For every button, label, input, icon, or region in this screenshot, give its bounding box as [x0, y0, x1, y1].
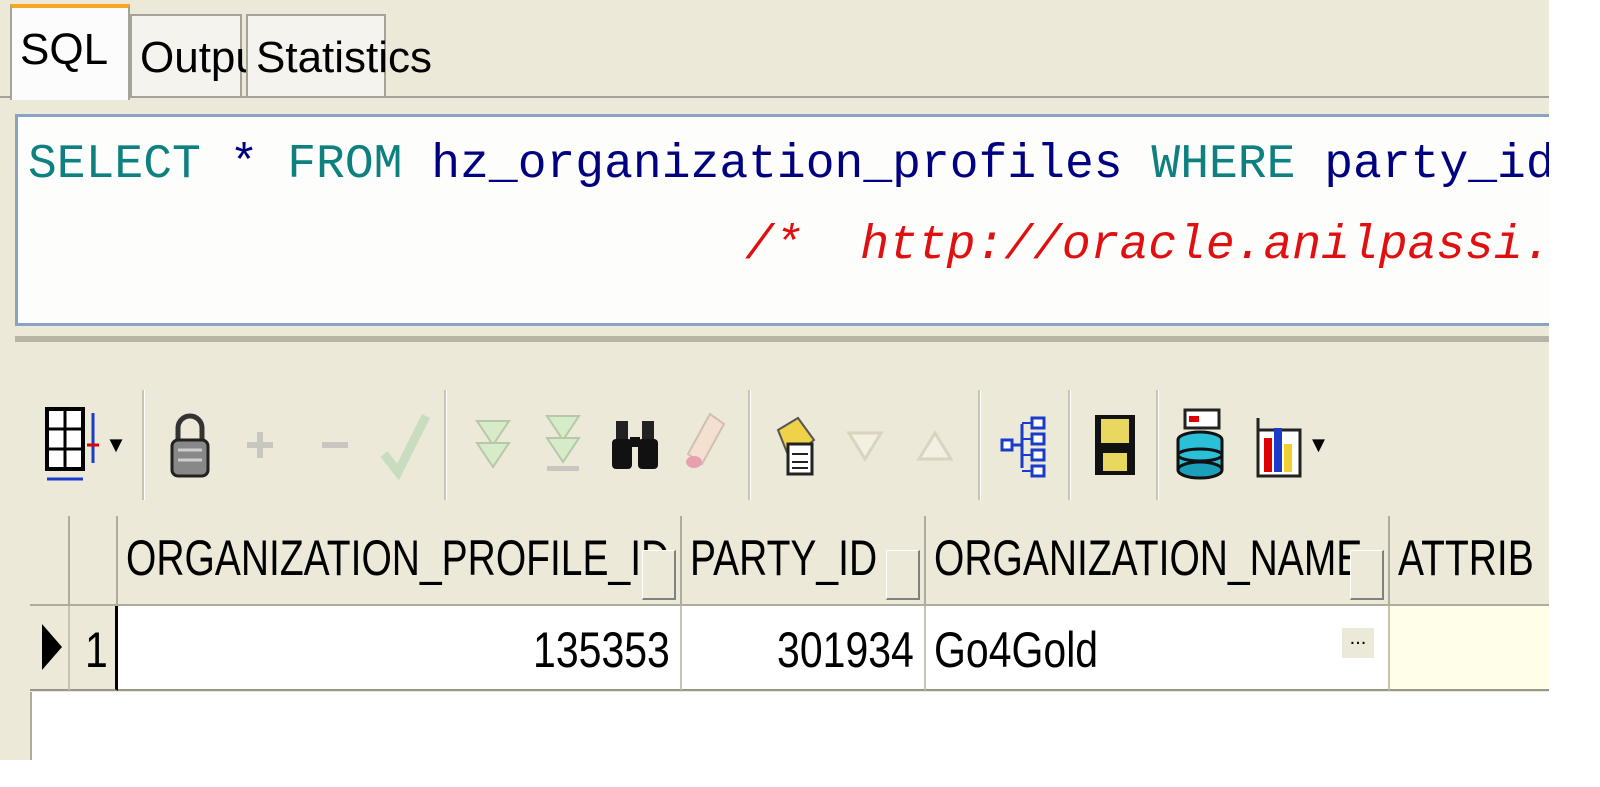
- results-grid: ORGANIZATION_PROFILE_ID PARTY_ID ORGANIZ…: [30, 516, 1549, 691]
- column-header-label: ORGANIZATION_NAME: [934, 530, 1363, 586]
- table-cell[interactable]: 301934: [682, 606, 926, 691]
- column-filter-button[interactable]: [1350, 550, 1384, 600]
- sort-asc-icon: [916, 430, 954, 461]
- sql-condition: party_id =: [1324, 138, 1549, 192]
- chart-button[interactable]: ▼: [1245, 385, 1340, 505]
- minus-icon: [322, 442, 348, 448]
- toolbar-separator: [978, 390, 981, 500]
- chart-icon: [1256, 418, 1302, 478]
- column-header[interactable]: ATTRIB: [1390, 516, 1549, 606]
- filter-bottom-icon: [544, 415, 581, 471]
- toolbar-separator: [1068, 390, 1071, 500]
- sql-keyword-select: SELECT: [28, 138, 201, 192]
- sql-keyword-where: WHERE: [1151, 138, 1296, 192]
- toolbar-separator: [142, 390, 145, 500]
- toolbar-separator: [1156, 390, 1159, 500]
- last-record-button[interactable]: [535, 385, 590, 505]
- paste-button[interactable]: [765, 385, 825, 505]
- add-row-button[interactable]: [235, 385, 285, 505]
- row-number: 1: [85, 622, 108, 678]
- row-number-header: [70, 516, 118, 606]
- binoculars-icon: [612, 421, 658, 469]
- sql-tool-window: SQL Output Statistics SELECT * FROM hz_o…: [0, 0, 1549, 760]
- lock-icon: [170, 413, 210, 478]
- sql-statement-line: SELECT * FROM hz_organization_profiles W…: [28, 139, 1549, 191]
- next-record-button[interactable]: [465, 385, 520, 505]
- tab-statistics[interactable]: Statistics: [246, 14, 432, 98]
- column-header[interactable]: ORGANIZATION_PROFILE_ID: [118, 516, 682, 606]
- save-button[interactable]: [1085, 385, 1145, 505]
- current-row-arrow-icon: [42, 624, 62, 670]
- column-header-label: ORGANIZATION_PROFILE_ID: [126, 530, 670, 586]
- grid-layout-button[interactable]: ▼: [40, 385, 130, 505]
- column-filter-button[interactable]: [642, 550, 676, 600]
- filter-down-icon: [474, 420, 511, 469]
- column-filter-button[interactable]: [886, 550, 920, 600]
- check-icon: [380, 413, 430, 480]
- column-header[interactable]: PARTY_ID: [682, 516, 926, 606]
- tab-sql-label: SQL: [20, 25, 109, 74]
- table-cell[interactable]: 135353: [118, 606, 682, 691]
- post-edit-button[interactable]: [375, 385, 435, 505]
- tab-divider: [0, 96, 1549, 98]
- sql-keyword-from: FROM: [287, 138, 403, 192]
- find-button[interactable]: [605, 385, 665, 505]
- tab-statistics-label: Statistics: [256, 33, 433, 82]
- tab-sql[interactable]: SQL: [10, 4, 130, 100]
- pane-splitter[interactable]: [15, 336, 1549, 342]
- row-indicator[interactable]: [30, 606, 70, 691]
- clear-button[interactable]: [675, 385, 735, 505]
- lock-button[interactable]: [160, 385, 220, 505]
- tab-output[interactable]: Output: [130, 14, 272, 98]
- database-icon: [1176, 408, 1224, 480]
- save-icon: [1095, 415, 1135, 475]
- tree-icon: [1000, 416, 1046, 478]
- clipboard-icon: [776, 416, 816, 476]
- table-cell[interactable]: Go4Gold ...: [926, 606, 1390, 691]
- sql-star: *: [200, 138, 288, 192]
- column-header-label: PARTY_ID: [690, 530, 878, 586]
- sql-comment: /* http://oracle.anilpassi.com: [745, 219, 1549, 273]
- sort-desc-icon: [846, 431, 884, 462]
- cell-value: 135353: [533, 622, 670, 678]
- plus-icon: [247, 432, 273, 458]
- eraser-icon: [686, 412, 726, 468]
- database-export-button[interactable]: [1170, 385, 1230, 505]
- sort-descending-button[interactable]: [840, 385, 890, 505]
- cell-editor-button[interactable]: ...: [1342, 628, 1374, 658]
- row-number-cell: 1: [70, 606, 118, 691]
- grid-empty-area: [30, 692, 1549, 760]
- grid-corner: [30, 516, 70, 606]
- grid-layout-icon: [45, 407, 100, 481]
- toolbar-separator: [444, 390, 447, 500]
- cell-value: 301934: [777, 622, 914, 678]
- delete-row-button[interactable]: [310, 385, 360, 505]
- sort-ascending-button[interactable]: [910, 385, 960, 505]
- table-cell[interactable]: [1390, 606, 1549, 691]
- grid-toolbar: ▼ ▼: [30, 385, 1530, 505]
- column-header-label: ATTRIB: [1398, 530, 1534, 586]
- chevron-down-icon: ▼: [105, 432, 127, 457]
- sql-table-name: hz_organization_profiles: [402, 138, 1152, 192]
- toolbar-separator: [748, 390, 751, 500]
- cell-value: Go4Gold: [934, 622, 1099, 678]
- chevron-down-icon: ▼: [1307, 432, 1330, 457]
- tab-bar: SQL Output Statistics: [0, 0, 1549, 100]
- column-header[interactable]: ORGANIZATION_NAME: [926, 516, 1390, 606]
- tree-view-button[interactable]: [995, 385, 1055, 505]
